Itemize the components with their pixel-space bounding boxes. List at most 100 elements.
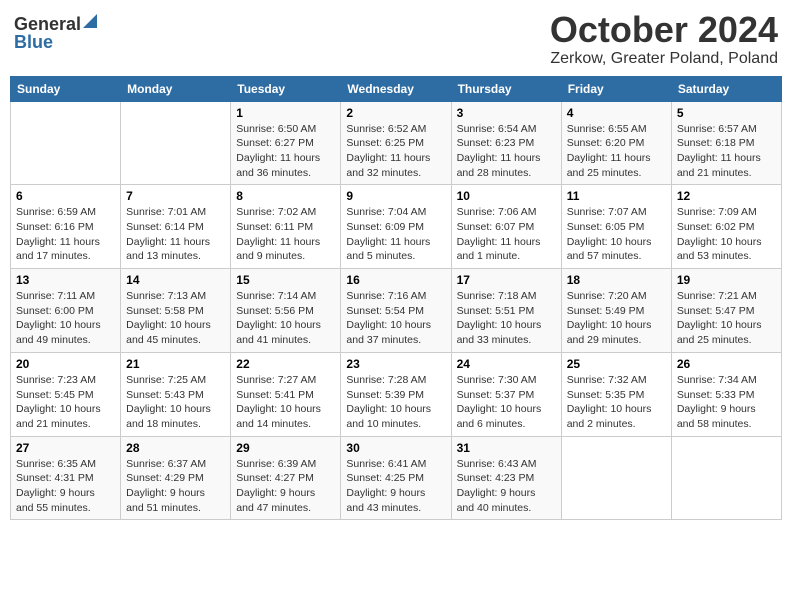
- day-info: Sunrise: 7:21 AM Sunset: 5:47 PM Dayligh…: [677, 289, 776, 348]
- calendar-cell: 13 Sunrise: 7:11 AM Sunset: 6:00 PM Dayli…: [11, 269, 121, 353]
- calendar-cell: 15Sunrise: 7:14 AM Sunset: 5:56 PM Dayli…: [231, 269, 341, 353]
- calendar-cell: 19 Sunrise: 7:21 AM Sunset: 5:47 PM Dayli…: [671, 269, 781, 353]
- calendar-cell: 17Sunrise: 7:18 AM Sunset: 5:51 PM Dayli…: [451, 269, 561, 353]
- day-number: 27: [16, 441, 115, 455]
- calendar-cell: 30Sunrise: 6:41 AM Sunset: 4:25 PM Dayli…: [341, 436, 451, 520]
- calendar-cell: 23 Sunrise: 7:28 AM Sunset: 5:39 PM Dayli…: [341, 352, 451, 436]
- week-row-4: 20 Sunrise: 7:23 AM Sunset: 5:45 PM Dayli…: [11, 352, 782, 436]
- day-number: 22: [236, 357, 335, 371]
- day-info: Sunrise: 6:39 AM Sunset: 4:27 PM Dayligh…: [236, 457, 335, 516]
- calendar-cell: 29Sunrise: 6:39 AM Sunset: 4:27 PM Dayli…: [231, 436, 341, 520]
- calendar-table: SundayMondayTuesdayWednesdayThursdayFrid…: [10, 76, 782, 521]
- month-title: October 2024: [550, 10, 778, 50]
- day-number: 16: [346, 273, 445, 287]
- day-info: Sunrise: 7:28 AM Sunset: 5:39 PM Dayligh…: [346, 373, 445, 432]
- day-number: 8: [236, 189, 335, 203]
- logo: General Blue: [14, 14, 97, 51]
- day-number: 2: [346, 106, 445, 120]
- day-number: 20: [16, 357, 115, 371]
- day-info: Sunrise: 7:04 AM Sunset: 6:09 PM Dayligh…: [346, 205, 445, 264]
- day-info: Sunrise: 7:01 AM Sunset: 6:14 PM Dayligh…: [126, 205, 225, 264]
- day-number: 23: [346, 357, 445, 371]
- calendar-cell: 14Sunrise: 7:13 AM Sunset: 5:58 PM Dayli…: [121, 269, 231, 353]
- calendar-cell: 27Sunrise: 6:35 AM Sunset: 4:31 PM Dayli…: [11, 436, 121, 520]
- location-title: Zerkow, Greater Poland, Poland: [550, 50, 778, 68]
- day-number: 5: [677, 106, 776, 120]
- calendar-body: 1 Sunrise: 6:50 AM Sunset: 6:27 PM Daylig…: [11, 101, 782, 520]
- calendar-cell: 12 Sunrise: 7:09 AM Sunset: 6:02 PM Dayli…: [671, 185, 781, 269]
- day-number: 19: [677, 273, 776, 287]
- day-number: 26: [677, 357, 776, 371]
- title-block: October 2024 Zerkow, Greater Poland, Pol…: [550, 10, 778, 68]
- logo-general-text: General: [14, 15, 81, 33]
- day-info: Sunrise: 7:02 AM Sunset: 6:11 PM Dayligh…: [236, 205, 335, 264]
- calendar-cell: 20 Sunrise: 7:23 AM Sunset: 5:45 PM Dayli…: [11, 352, 121, 436]
- day-info: Sunrise: 6:50 AM Sunset: 6:27 PM Dayligh…: [236, 122, 335, 181]
- day-number: 10: [457, 189, 556, 203]
- day-info: Sunrise: 7:09 AM Sunset: 6:02 PM Dayligh…: [677, 205, 776, 264]
- week-row-2: 6 Sunrise: 6:59 AM Sunset: 6:16 PM Daylig…: [11, 185, 782, 269]
- day-number: 3: [457, 106, 556, 120]
- day-number: 1: [236, 106, 335, 120]
- calendar-cell: 2 Sunrise: 6:52 AM Sunset: 6:25 PM Daylig…: [341, 101, 451, 185]
- day-info: Sunrise: 7:34 AM Sunset: 5:33 PM Dayligh…: [677, 373, 776, 432]
- day-info: Sunrise: 7:07 AM Sunset: 6:05 PM Dayligh…: [567, 205, 666, 264]
- day-number: 4: [567, 106, 666, 120]
- week-row-5: 27Sunrise: 6:35 AM Sunset: 4:31 PM Dayli…: [11, 436, 782, 520]
- calendar-cell: 28 Sunrise: 6:37 AM Sunset: 4:29 PM Dayli…: [121, 436, 231, 520]
- day-info: Sunrise: 6:57 AM Sunset: 6:18 PM Dayligh…: [677, 122, 776, 181]
- calendar-cell: 11Sunrise: 7:07 AM Sunset: 6:05 PM Dayli…: [561, 185, 671, 269]
- day-number: 31: [457, 441, 556, 455]
- calendar-header: SundayMondayTuesdayWednesdayThursdayFrid…: [11, 76, 782, 101]
- header-day-saturday: Saturday: [671, 76, 781, 101]
- day-info: Sunrise: 7:23 AM Sunset: 5:45 PM Dayligh…: [16, 373, 115, 432]
- day-number: 6: [16, 189, 115, 203]
- day-info: Sunrise: 7:18 AM Sunset: 5:51 PM Dayligh…: [457, 289, 556, 348]
- calendar-cell: 7 Sunrise: 7:01 AM Sunset: 6:14 PM Daylig…: [121, 185, 231, 269]
- calendar-cell: [11, 101, 121, 185]
- day-info: Sunrise: 6:41 AM Sunset: 4:25 PM Dayligh…: [346, 457, 445, 516]
- day-number: 28: [126, 441, 225, 455]
- day-info: Sunrise: 6:52 AM Sunset: 6:25 PM Dayligh…: [346, 122, 445, 181]
- day-info: Sunrise: 6:37 AM Sunset: 4:29 PM Dayligh…: [126, 457, 225, 516]
- day-number: 12: [677, 189, 776, 203]
- calendar-cell: 18Sunrise: 7:20 AM Sunset: 5:49 PM Dayli…: [561, 269, 671, 353]
- calendar-cell: 22 Sunrise: 7:27 AM Sunset: 5:41 PM Dayli…: [231, 352, 341, 436]
- day-info: Sunrise: 6:59 AM Sunset: 6:16 PM Dayligh…: [16, 205, 115, 264]
- header-day-monday: Monday: [121, 76, 231, 101]
- logo-triangle-icon: [83, 14, 97, 33]
- calendar-cell: 8 Sunrise: 7:02 AM Sunset: 6:11 PM Daylig…: [231, 185, 341, 269]
- day-number: 9: [346, 189, 445, 203]
- calendar-cell: 25Sunrise: 7:32 AM Sunset: 5:35 PM Dayli…: [561, 352, 671, 436]
- day-info: Sunrise: 7:30 AM Sunset: 5:37 PM Dayligh…: [457, 373, 556, 432]
- calendar-cell: 31Sunrise: 6:43 AM Sunset: 4:23 PM Dayli…: [451, 436, 561, 520]
- calendar-cell: 6 Sunrise: 6:59 AM Sunset: 6:16 PM Daylig…: [11, 185, 121, 269]
- header-day-friday: Friday: [561, 76, 671, 101]
- week-row-3: 13 Sunrise: 7:11 AM Sunset: 6:00 PM Dayli…: [11, 269, 782, 353]
- calendar-cell: [121, 101, 231, 185]
- day-info: Sunrise: 6:54 AM Sunset: 6:23 PM Dayligh…: [457, 122, 556, 181]
- day-info: Sunrise: 7:27 AM Sunset: 5:41 PM Dayligh…: [236, 373, 335, 432]
- calendar-cell: 1 Sunrise: 6:50 AM Sunset: 6:27 PM Daylig…: [231, 101, 341, 185]
- calendar-cell: 3 Sunrise: 6:54 AM Sunset: 6:23 PM Daylig…: [451, 101, 561, 185]
- day-number: 15: [236, 273, 335, 287]
- calendar-cell: 4 Sunrise: 6:55 AM Sunset: 6:20 PM Daylig…: [561, 101, 671, 185]
- day-info: Sunrise: 7:11 AM Sunset: 6:00 PM Dayligh…: [16, 289, 115, 348]
- page-header: General Blue October 2024 Zerkow, Greate…: [10, 10, 782, 68]
- header-day-wednesday: Wednesday: [341, 76, 451, 101]
- day-number: 14: [126, 273, 225, 287]
- calendar-cell: [671, 436, 781, 520]
- calendar-cell: 9 Sunrise: 7:04 AM Sunset: 6:09 PM Daylig…: [341, 185, 451, 269]
- calendar-cell: 26 Sunrise: 7:34 AM Sunset: 5:33 PM Dayli…: [671, 352, 781, 436]
- day-info: Sunrise: 6:55 AM Sunset: 6:20 PM Dayligh…: [567, 122, 666, 181]
- calendar-cell: 10Sunrise: 7:06 AM Sunset: 6:07 PM Dayli…: [451, 185, 561, 269]
- day-number: 21: [126, 357, 225, 371]
- logo-blue-text: Blue: [14, 33, 53, 51]
- day-info: Sunrise: 7:32 AM Sunset: 5:35 PM Dayligh…: [567, 373, 666, 432]
- header-day-tuesday: Tuesday: [231, 76, 341, 101]
- calendar-cell: [561, 436, 671, 520]
- calendar-cell: 16Sunrise: 7:16 AM Sunset: 5:54 PM Dayli…: [341, 269, 451, 353]
- day-number: 13: [16, 273, 115, 287]
- day-number: 7: [126, 189, 225, 203]
- header-day-sunday: Sunday: [11, 76, 121, 101]
